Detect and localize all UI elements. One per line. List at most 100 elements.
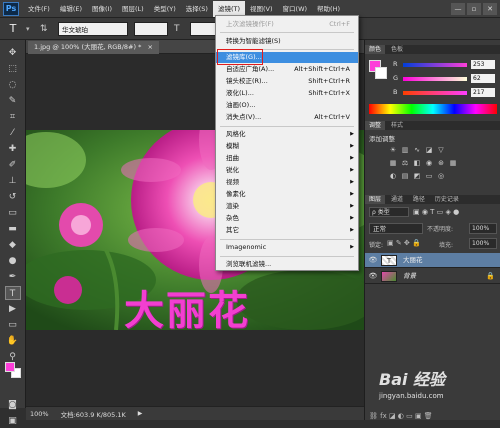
tab-adjustments[interactable]: 调整 [365,121,386,130]
color-balance-icon[interactable]: ⚖ [400,159,410,168]
menu-item-other[interactable]: 其它 ▶ [216,225,358,236]
visibility-eye-icon[interactable]: 👁 [368,272,378,280]
exposure-icon[interactable]: ◪ [424,146,434,155]
pen-tool-icon[interactable]: ✒ [5,270,21,284]
menu-item-adaptive-wide-angle[interactable]: 自适应广角(A)... Alt+Shift+Ctrl+A [216,64,358,75]
font-family-select[interactable]: 华文琥珀 [58,21,128,36]
eraser-tool-icon[interactable]: ▭ [5,206,21,220]
clone-stamp-tool-icon[interactable]: ⊥ [5,174,21,188]
eyedropper-tool-icon[interactable]: ⁄ [5,126,21,140]
brightness-contrast-icon[interactable]: ☀ [388,146,398,155]
menu-item-distort[interactable]: 扭曲 ▶ [216,153,358,164]
history-brush-tool-icon[interactable]: ↺ [5,190,21,204]
tab-layers[interactable]: 图层 [365,195,386,204]
lasso-tool-icon[interactable]: ◌ [5,78,21,92]
type-tool-icon[interactable]: T [6,22,20,36]
vibrance-icon[interactable]: ▽ [436,146,446,155]
blue-value-field[interactable]: 217 [471,88,495,97]
font-style-select[interactable] [134,21,168,36]
crop-tool-icon[interactable]: ⌗ [5,110,21,124]
tab-color[interactable]: 颜色 [365,45,386,54]
hue-saturation-icon[interactable]: ▦ [388,159,398,168]
menu-item-liquify[interactable]: 液化(L)... Shift+Ctrl+X [216,88,358,99]
close-tab-icon[interactable]: × [147,43,152,51]
menu-select[interactable]: 选择(S) [181,1,213,17]
color-spectrum-bar[interactable] [369,104,497,114]
close-window-button[interactable]: ✕ [483,2,497,15]
tab-channels[interactable]: 通道 [387,195,407,204]
menu-item-filter-gallery[interactable]: 滤镜库(G)... [216,52,358,63]
blend-mode-select[interactable]: 正常 [369,223,423,234]
status-arrow-icon[interactable]: ▶ [138,410,143,417]
selective-color-icon[interactable]: ◎ [436,172,446,181]
green-slider[interactable]: G 62 [393,74,499,84]
path-selection-tool-icon[interactable]: ▶ [5,302,21,316]
orientation-toggle-icon[interactable]: ⇅ [40,22,52,36]
canvas-text-layer[interactable]: 大丽花 [124,278,250,330]
menu-item-vanishing-point[interactable]: 消失点(V)... Alt+Ctrl+V [216,112,358,123]
menu-file[interactable]: 文件(F) [23,1,55,17]
tab-history[interactable]: 历史记录 [431,195,463,204]
document-tab[interactable]: 1.jpg @ 100% (大丽花, RGB/8#) * × [28,41,159,54]
fill-field[interactable]: 100% [469,238,497,249]
menu-item-sharpen[interactable]: 锐化 ▶ [216,165,358,176]
opacity-field[interactable]: 100% [469,223,497,234]
menu-edit[interactable]: 编辑(E) [55,1,87,17]
tab-paths[interactable]: 路径 [409,195,429,204]
screen-mode-icon[interactable]: ▣ [5,414,21,428]
menu-item-blur[interactable]: 模糊 ▶ [216,141,358,152]
maximize-button[interactable]: ▫ [467,2,481,15]
channel-mixer-icon[interactable]: ⊛ [436,159,446,168]
move-tool-icon[interactable]: ✥ [5,46,21,60]
menu-item-noise[interactable]: 杂色 ▶ [216,213,358,224]
type-tool-button-icon[interactable]: T [4,286,21,300]
color-lookup-icon[interactable]: ▦ [448,159,458,168]
invert-icon[interactable]: ◐ [388,172,398,181]
black-white-icon[interactable]: ◧ [412,159,422,168]
posterize-icon[interactable]: ▤ [400,172,410,181]
menu-image[interactable]: 图像(I) [87,1,117,17]
zoom-level[interactable]: 100% [30,410,49,418]
tab-swatches[interactable]: 色板 [387,45,407,54]
menu-type[interactable]: 类型(Y) [149,1,181,17]
layer-name[interactable]: 大丽花 [403,253,423,268]
marquee-tool-icon[interactable]: ⬚ [5,62,21,76]
blue-slider[interactable]: B 217 [393,88,499,98]
healing-brush-tool-icon[interactable]: ✚ [5,142,21,156]
layer-row-text[interactable]: 👁 T 大丽花 [365,253,500,268]
foreground-color-swatch[interactable] [5,362,15,372]
layer-filter-select[interactable]: ρ 类型 [369,207,409,217]
lock-icons[interactable]: ▣ ✎ ✥ 🔒 [387,239,421,247]
gradient-tool-icon[interactable]: ▬ [5,222,21,236]
layer-name[interactable]: 背景 [403,269,416,284]
quick-select-tool-icon[interactable]: ✎ [5,94,21,108]
brush-tool-icon[interactable]: ✐ [5,158,21,172]
menu-item-render[interactable]: 渲染 ▶ [216,201,358,212]
color-panel-background-swatch[interactable] [375,67,387,79]
menu-item-oil-paint[interactable]: 油画(O)... [216,100,358,111]
menu-item-stylize[interactable]: 风格化 ▶ [216,129,358,140]
gradient-map-icon[interactable]: ▭ [424,172,434,181]
visibility-eye-icon[interactable]: 👁 [368,256,378,264]
dodge-tool-icon[interactable]: ● [5,254,21,268]
curves-icon[interactable]: ∿ [412,146,422,155]
minimize-button[interactable]: — [451,2,465,15]
menu-item-imagenomic[interactable]: Imagenomic ▶ [216,242,358,253]
quick-mask-icon[interactable]: ◙ [5,398,21,412]
shape-tool-icon[interactable]: ▭ [5,318,21,332]
red-value-field[interactable]: 253 [471,60,495,69]
red-slider[interactable]: R 253 [393,60,499,70]
menu-item-convert-smart-filters[interactable]: 转换为智能滤镜(S) [216,36,358,47]
menu-item-browse-online-filters[interactable]: 浏览联机滤镜... [216,259,358,270]
menu-item-pixelate[interactable]: 像素化 ▶ [216,189,358,200]
menu-item-video[interactable]: 视频 ▶ [216,177,358,188]
blur-tool-icon[interactable]: ◆ [5,238,21,252]
threshold-icon[interactable]: ◩ [412,172,422,181]
layer-row-background[interactable]: 👁 背景 🔒 [365,269,500,284]
tab-styles[interactable]: 样式 [387,121,407,130]
menu-layer[interactable]: 图层(L) [117,1,149,17]
photo-filter-icon[interactable]: ◉ [424,159,434,168]
font-size-select[interactable] [190,21,218,36]
levels-icon[interactable]: ▥ [400,146,410,155]
green-value-field[interactable]: 62 [471,74,495,83]
